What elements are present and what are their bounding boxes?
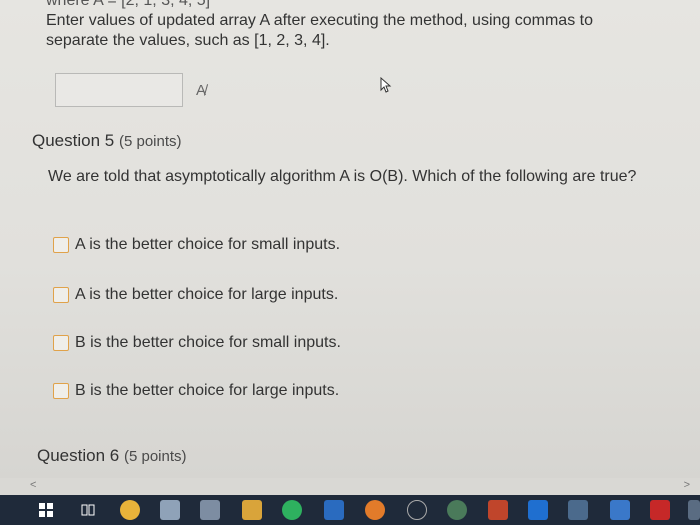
option-label: B is the better choice for large inputs. (75, 382, 340, 399)
option-b-large[interactable]: B is the better choice for large inputs. (53, 382, 339, 400)
quiz-page: where A = [2, 1, 3, 4, 5] Enter values o… (0, 0, 700, 478)
question-6-heading: Question 6 (5 points) (37, 446, 187, 466)
instructions: Enter values of updated array A after ex… (46, 12, 593, 49)
option-b-small[interactable]: B is the better choice for small inputs. (53, 334, 341, 352)
file-explorer-icon[interactable] (242, 500, 262, 520)
option-label: A is the better choice for small inputs. (75, 236, 341, 253)
option-a-large[interactable]: A is the better choice for large inputs. (53, 286, 338, 304)
option-label: B is the better choice for small inputs. (75, 334, 341, 351)
checkbox[interactable] (53, 237, 69, 253)
spotify-icon[interactable] (282, 500, 302, 520)
horizontal-scrollbar[interactable]: < > (30, 479, 690, 491)
scroll-left-icon[interactable]: < (30, 479, 36, 491)
question-5-heading: Question 5 (5 points) (32, 131, 182, 151)
previous-question-text: where A = [2, 1, 3, 4, 5] Enter values o… (46, 0, 646, 51)
mouse-cursor-icon (380, 77, 392, 93)
acrobat-icon[interactable] (650, 500, 670, 520)
question-5-points: (5 points) (118, 133, 182, 150)
checkbox[interactable] (53, 287, 69, 303)
question-5-prompt: We are told that asymptotically algorith… (48, 168, 637, 185)
app-icon[interactable] (488, 500, 508, 520)
app-icon[interactable] (568, 500, 588, 520)
option-label: A is the better choice for large inputs. (75, 286, 339, 303)
outlook-icon[interactable] (324, 500, 344, 520)
task-view-icon[interactable] (78, 500, 98, 520)
app-icon[interactable] (407, 500, 427, 520)
windows-start-icon[interactable] (36, 500, 56, 520)
question-6-label: Question 6 (37, 446, 120, 465)
array-line: where A = [2, 1, 3, 4, 5] (46, 0, 211, 9)
app-icon[interactable] (160, 500, 180, 520)
firefox-icon[interactable] (365, 500, 385, 520)
checkbox[interactable] (53, 383, 69, 399)
chrome-icon[interactable] (120, 500, 140, 520)
app-icon[interactable] (610, 500, 630, 520)
answer-input[interactable] (55, 73, 183, 107)
spellcheck-icon[interactable]: A̸ (196, 82, 206, 99)
question-6-points: (5 points) (123, 448, 187, 465)
scroll-right-icon[interactable]: > (684, 479, 690, 491)
taskbar (0, 495, 700, 525)
app-icon[interactable] (447, 500, 467, 520)
app-icon[interactable] (200, 500, 220, 520)
question-5-label: Question 5 (32, 131, 115, 150)
option-a-small[interactable]: A is the better choice for small inputs. (53, 236, 340, 254)
app-icon[interactable] (528, 500, 548, 520)
checkbox[interactable] (53, 335, 69, 351)
app-icon[interactable] (688, 500, 700, 520)
